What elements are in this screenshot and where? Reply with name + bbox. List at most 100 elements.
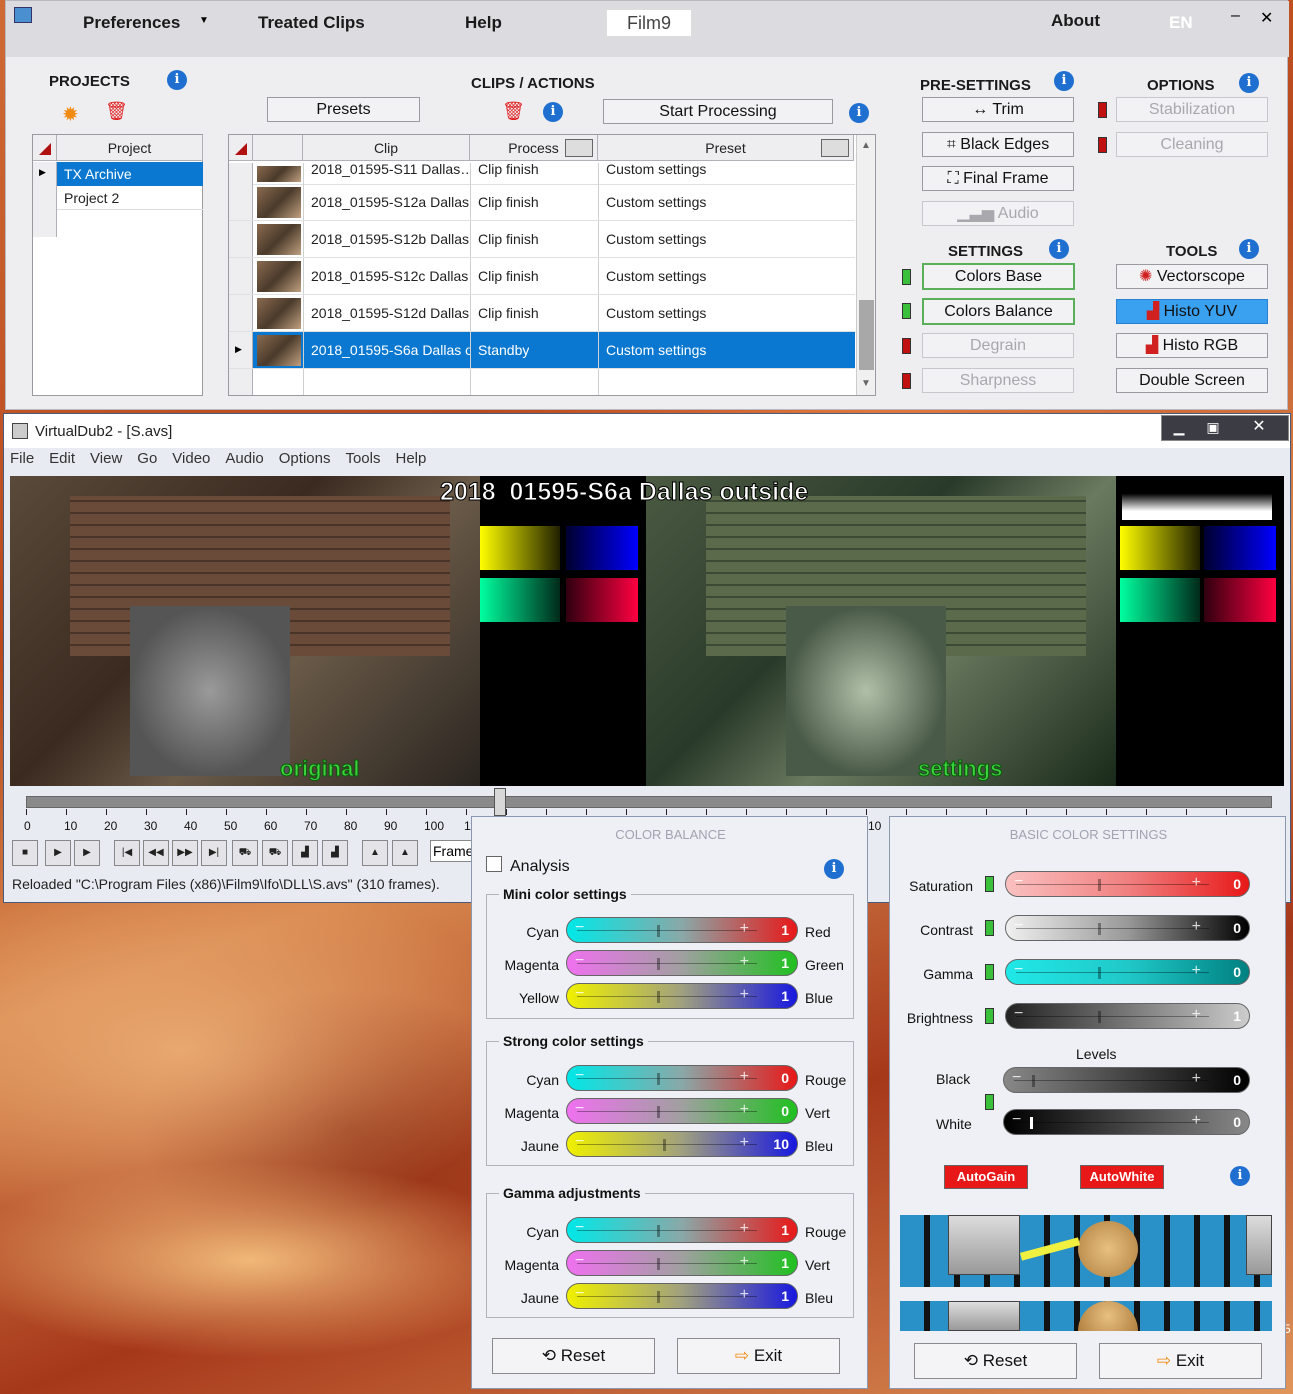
table-row[interactable]: 2018_01595-S12c Dallas… Clip finish Custom… (229, 258, 855, 295)
slider-knob[interactable] (657, 1258, 660, 1270)
table-row[interactable]: 2018_01595-S11 Dallas… Clip finish Custom … (229, 163, 855, 185)
color-slider[interactable]: − +0 (566, 1065, 798, 1091)
list-item[interactable]: Project 2 (33, 186, 203, 210)
table-row[interactable]: 2018_01595-S12d Dallas… Clip finish Custom… (229, 295, 855, 332)
exit-button[interactable]: ⇨ Exit (677, 1338, 840, 1374)
menu-help[interactable]: Help (465, 13, 502, 33)
clip-column-header[interactable]: Clip (303, 135, 470, 161)
slider-knob[interactable] (1098, 1011, 1101, 1023)
slider-knob[interactable] (657, 925, 660, 937)
mark-out-arrow-icon[interactable]: ▲ (392, 840, 418, 866)
audio-button[interactable]: ▁▃▅ Audio (922, 201, 1074, 226)
project-column-header[interactable]: Project (57, 135, 203, 161)
autogain-button[interactable]: AutoGain (944, 1165, 1028, 1189)
start-info-icon[interactable]: i (849, 103, 869, 123)
table-row[interactable]: ▶ 2018_01595-S6a Dallas o… Standby Custom s… (229, 332, 855, 369)
vectorscope-button[interactable]: ✺ Vectorscope (1116, 264, 1268, 289)
timeline-thumb[interactable] (494, 788, 506, 816)
play-output-icon[interactable]: ▶ (74, 840, 100, 866)
menu-edit[interactable]: Edit (49, 450, 75, 467)
slider-knob[interactable] (1098, 967, 1101, 979)
menu-audio[interactable]: Audio (225, 450, 263, 467)
column-filter-icon[interactable] (565, 139, 593, 157)
basic-slider[interactable]: − +0 (1005, 915, 1250, 941)
next-key-icon[interactable]: ▶▶ (172, 840, 198, 866)
exit-button[interactable]: ⇨ Exit (1099, 1343, 1262, 1379)
degrain-button[interactable]: Degrain (922, 333, 1074, 358)
color-slider[interactable]: − +1 (566, 1217, 798, 1243)
menu-help[interactable]: Help (396, 450, 427, 467)
black-slider[interactable]: − + 0 (1003, 1067, 1250, 1093)
menu-tools[interactable]: Tools (345, 450, 380, 467)
slider-knob[interactable] (657, 1106, 660, 1118)
color-balance-info-icon[interactable]: i (824, 859, 844, 879)
chevron-down-icon[interactable]: ▼ (199, 15, 209, 26)
go-start-icon[interactable]: |◀ (114, 840, 140, 866)
menu-go[interactable]: Go (137, 450, 157, 467)
basic-slider[interactable]: − +0 (1005, 959, 1250, 985)
language-toggle[interactable]: EN (1169, 13, 1193, 33)
white-slider[interactable]: − + 0 (1003, 1109, 1250, 1135)
minimize-button[interactable]: – (1231, 7, 1240, 25)
slider-knob[interactable] (657, 1225, 660, 1237)
color-slider[interactable]: − +10 (566, 1131, 798, 1157)
trash-icon[interactable]: 🗑 (502, 101, 525, 122)
slider-knob[interactable] (657, 958, 660, 970)
colors-balance-button[interactable]: Colors Balance (922, 298, 1075, 325)
color-slider[interactable]: − +1 (566, 1250, 798, 1276)
color-slider[interactable]: − +1 (566, 917, 798, 943)
presets-button[interactable]: Presets (267, 97, 420, 122)
column-filter-icon[interactable] (821, 139, 849, 157)
slider-knob[interactable] (657, 991, 660, 1003)
mark-out-icon[interactable]: ▟ (322, 840, 348, 866)
close-button[interactable]: ✕ (1260, 8, 1273, 28)
tools-info-icon[interactable]: i (1239, 239, 1259, 259)
menu-options[interactable]: Options (279, 450, 331, 467)
clips-scrollbar[interactable]: ▲ ▼ (856, 135, 875, 395)
basic-slider[interactable]: − +0 (1005, 871, 1250, 897)
color-slider[interactable]: − +1 (566, 1283, 798, 1309)
slider-knob[interactable] (657, 1073, 660, 1085)
play-input-icon[interactable]: ▶ (45, 840, 71, 866)
settings-info-icon[interactable]: i (1049, 239, 1069, 259)
preset-column-header[interactable]: Preset (598, 135, 854, 161)
analysis-checkbox[interactable] (486, 856, 502, 872)
minimize-button[interactable]: ▁ (1162, 416, 1196, 440)
menu-file[interactable]: File (10, 450, 34, 467)
scene-fwd-icon[interactable]: ⛟ (262, 840, 288, 866)
clips-info-icon[interactable]: i (543, 102, 563, 122)
close-button[interactable]: ✕ (1230, 416, 1288, 440)
presettings-info-icon[interactable]: i (1054, 71, 1074, 91)
reset-button[interactable]: ⟲ Reset (492, 1338, 655, 1374)
options-info-icon[interactable]: i (1239, 73, 1259, 93)
mark-in-icon[interactable]: ▟ (292, 840, 318, 866)
table-row[interactable]: 2018_01595-S12a Dallas… Clip finish Custom… (229, 184, 855, 221)
sharpness-button[interactable]: Sharpness (922, 368, 1074, 393)
colors-base-button[interactable]: Colors Base (922, 263, 1075, 290)
timeline-track[interactable] (26, 796, 1272, 808)
cleaning-button[interactable]: Cleaning (1116, 132, 1268, 157)
color-slider[interactable]: − +0 (566, 1098, 798, 1124)
slider-knob[interactable] (1098, 879, 1101, 891)
app-icon[interactable] (14, 7, 32, 23)
frame-field[interactable]: Frame (430, 840, 474, 862)
histo-rgb-button[interactable]: ▟ Histo RGB (1116, 333, 1268, 358)
color-slider[interactable]: − +1 (566, 983, 798, 1009)
menu-view[interactable]: View (90, 450, 122, 467)
menu-video[interactable]: Video (172, 450, 210, 467)
menu-preferences[interactable]: Preferences (83, 13, 180, 33)
slider-knob[interactable] (657, 1291, 660, 1303)
maximize-button[interactable]: ▣ (1196, 416, 1230, 440)
reset-button[interactable]: ⟲ Reset (914, 1343, 1077, 1379)
autowhite-button[interactable]: AutoWhite (1080, 1165, 1164, 1189)
double-screen-button[interactable]: Double Screen (1116, 368, 1268, 393)
slider-knob[interactable] (1098, 923, 1101, 935)
scroll-thumb[interactable] (859, 300, 874, 370)
mark-in-arrow-icon[interactable]: ▲ (362, 840, 388, 866)
scroll-down-icon[interactable]: ▼ (861, 378, 871, 389)
trash-icon[interactable]: 🗑 (105, 101, 128, 122)
histo-yuv-button[interactable]: ▟ Histo YUV (1116, 299, 1268, 324)
menu-treated-clips[interactable]: Treated Clips (258, 13, 365, 33)
stabilization-button[interactable]: Stabilization (1116, 97, 1268, 122)
list-item[interactable]: ▶ TX Archive (33, 162, 203, 186)
